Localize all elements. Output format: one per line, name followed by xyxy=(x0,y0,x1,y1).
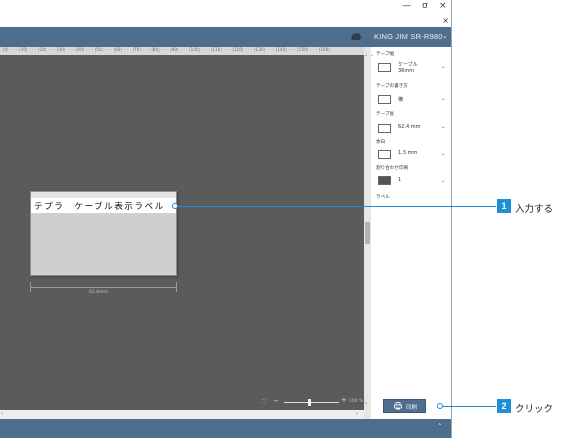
expand-chevron-up-icon[interactable]: ˄ xyxy=(438,423,442,431)
callout-badge-1: 1 xyxy=(497,199,511,213)
tape-orientation-label: テープの書き方 xyxy=(376,84,408,89)
dimension-line xyxy=(30,287,177,288)
print-copies-chevron-down-icon[interactable]: ⌄ xyxy=(441,178,446,184)
label-section-label: ラベル xyxy=(376,195,390,200)
label-tape-preview[interactable]: テプラ ケーブル表示ラベル xyxy=(30,191,177,276)
dimension-tick-left xyxy=(30,282,31,292)
tape-orientation-value[interactable]: 横 xyxy=(398,96,403,103)
dimension-tick-right xyxy=(176,282,177,292)
tape-orientation-icon xyxy=(378,95,391,104)
editing-canvas[interactable]: |0¦ · · · |10¦ · · · |20¦ · · · |30¦ · ·… xyxy=(0,47,371,419)
close-button[interactable]: × xyxy=(439,1,447,11)
dimension-label: 62.4mm xyxy=(89,290,108,295)
ruler-ticks: |0¦ · · · |10¦ · · · |20¦ · · · |30¦ · ·… xyxy=(3,47,331,52)
label-text[interactable]: テプラ ケーブル表示ラベル xyxy=(34,200,165,212)
horizontal-ruler: |0¦ · · · |10¦ · · · |20¦ · · · |30¦ · ·… xyxy=(0,47,364,55)
panel-scroll-up-icon[interactable]: ˄ xyxy=(371,55,374,61)
tape-width-chevron-down-icon[interactable]: ⌄ xyxy=(441,64,446,70)
tape-length-value[interactable]: 62.4 mm xyxy=(398,124,420,130)
close-panel-button[interactable]: × xyxy=(442,16,449,25)
tape-length-icon xyxy=(378,124,391,133)
margin-value[interactable]: 1.3 mm xyxy=(398,150,417,156)
tape-length-label: テープ長 xyxy=(376,112,395,117)
properties-panel: ˄ テープ幅 ケーブル 36mm ⌄ テープの書き方 横 ⌄ テープ長 62.4… xyxy=(371,47,451,419)
print-copies-value[interactable]: 1 xyxy=(398,177,401,183)
callout-line-2 xyxy=(440,406,496,407)
margin-icon xyxy=(378,150,391,159)
fit-to-screen-icon[interactable]: ⛶ xyxy=(262,399,266,405)
callout-text-1: 入力する xyxy=(515,204,554,215)
callout-dot-2 xyxy=(437,403,443,409)
callout-badge-2: 2 xyxy=(497,399,511,413)
tape-width-icon xyxy=(378,63,391,72)
tape-width-value-line2[interactable]: 36mm xyxy=(398,68,414,74)
margin-label: 余白 xyxy=(376,140,386,145)
margin-chevron-down-icon[interactable]: ⌄ xyxy=(441,151,446,157)
callout-text-2: クリック xyxy=(515,404,554,415)
scroll-up-icon[interactable]: ˄ xyxy=(365,55,368,61)
chevron-down-icon[interactable]: ⌄ xyxy=(442,32,448,40)
tape-orientation-chevron-down-icon[interactable]: ⌄ xyxy=(441,96,446,102)
zoom-slider[interactable] xyxy=(284,402,339,403)
scroll-left-icon[interactable]: ‹ xyxy=(1,411,3,417)
print-button[interactable]: 印刷 xyxy=(383,399,426,413)
zoom-slider-thumb[interactable] xyxy=(308,399,311,406)
print-copies-icon xyxy=(378,176,391,185)
scroll-down-icon[interactable]: ˅ xyxy=(365,403,368,409)
vertical-scroll-thumb[interactable] xyxy=(365,222,370,244)
minimize-button[interactable]: — xyxy=(402,1,411,11)
zoom-percent: 100 % xyxy=(349,399,364,404)
tape-width-value-line1[interactable]: ケーブル xyxy=(398,61,418,68)
scroll-right-icon[interactable]: › xyxy=(356,411,358,417)
vertical-scrollbar[interactable]: ˄ ˅ xyxy=(364,47,371,419)
print-copies-label: 割り合わせ印刷 xyxy=(376,166,409,171)
horizontal-scrollbar[interactable]: ‹ › xyxy=(0,410,364,419)
printer-name[interactable]: KING JIM SR-R980 xyxy=(374,32,443,41)
title-bar: — ơ × × xyxy=(0,0,451,27)
label-printer-icon xyxy=(351,33,361,40)
tape-length-chevron-down-icon[interactable]: ⌄ xyxy=(441,124,446,130)
tape-width-label: テープ幅 xyxy=(376,52,395,57)
print-button-label: 印刷 xyxy=(406,405,418,411)
printer-icon xyxy=(394,402,402,410)
maximize-button[interactable]: ơ xyxy=(422,1,428,11)
callout-dot-1 xyxy=(172,203,178,209)
callout-line-1 xyxy=(174,206,496,207)
app-window: — ơ × × KING JIM SR-R980 ⌄ |0¦ · · · |10… xyxy=(0,0,452,438)
app-header: KING JIM SR-R980 ⌄ xyxy=(0,27,451,47)
status-bar: ˄ xyxy=(0,419,451,438)
zoom-out-button[interactable]: − xyxy=(273,397,279,405)
zoom-in-button[interactable]: + xyxy=(341,396,347,404)
